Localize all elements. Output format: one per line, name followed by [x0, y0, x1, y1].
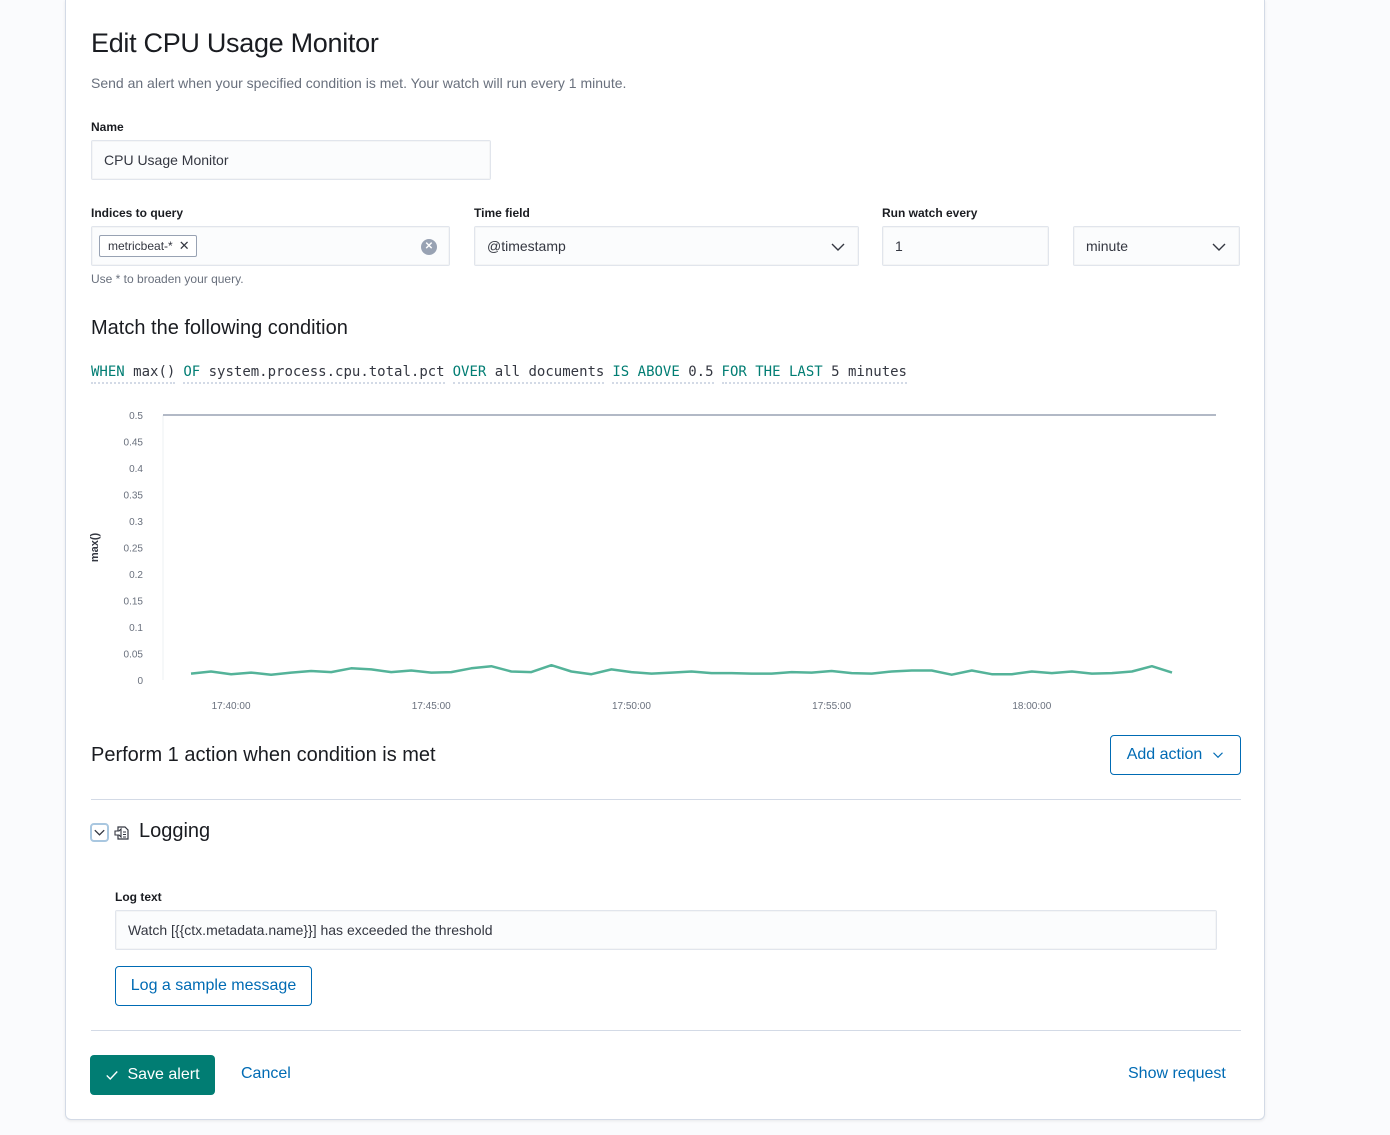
when-keyword: WHEN [91, 364, 125, 380]
y-tick-label: 0.25 [124, 544, 144, 555]
chevron-down-icon [1213, 752, 1224, 759]
logging-icon [114, 826, 129, 840]
above-value: 0.5 [688, 364, 714, 380]
time-field-value: @timestamp [487, 238, 566, 254]
run-every-value: 1 [895, 238, 903, 254]
logging-title: Logging [139, 820, 211, 842]
clear-icon[interactable]: ✕ [421, 239, 437, 255]
indices-label: Indices to query [91, 206, 184, 220]
threshold-expression[interactable]: IS ABOVE 0.5 [612, 364, 714, 384]
chip-remove-icon[interactable]: ✕ [179, 238, 190, 254]
x-tick-label: 17:55:00 [812, 701, 851, 712]
y-tick-label: 0.2 [129, 570, 143, 581]
y-tick-label: 0.4 [129, 464, 143, 475]
indices-help-text: Use * to broaden your query. [91, 272, 244, 286]
log-sample-message-button[interactable]: Log a sample message [115, 966, 312, 1006]
condition-expression: WHEN max() OF system.process.cpu.total.p… [91, 364, 907, 384]
y-tick-label: 0 [137, 676, 143, 687]
y-axis-label: max() [89, 532, 101, 562]
index-chip: metricbeat-* ✕ [99, 235, 197, 257]
when-expression[interactable]: WHEN max() [91, 364, 176, 384]
x-tick-label: 17:40:00 [212, 701, 251, 712]
log-text-input[interactable]: Watch [{{ctx.metadata.name}}] has exceed… [115, 910, 1217, 950]
run-every-unit-value: minute [1086, 238, 1129, 254]
x-tick-label: 17:45:00 [412, 701, 451, 712]
condition-chart: 0.5 0.45 0.4 0.35 0.3 0.25 0.2 0.15 0.1 0.05 0 17:4… [89, 411, 1216, 712]
chevron-down-icon [1212, 243, 1226, 251]
of-expression[interactable]: OF system.process.cpu.total.pct [183, 364, 445, 384]
log-text-label: Log text [115, 890, 162, 904]
run-every-label: Run watch every [882, 206, 978, 220]
page-subtitle: Send an alert when your specified condit… [91, 75, 627, 91]
of-keyword: OF [183, 364, 201, 380]
save-alert-button[interactable]: Save alert [90, 1055, 215, 1095]
when-value: max() [133, 364, 176, 380]
actions-heading: Perform 1 action when condition is met [91, 744, 436, 766]
time-field-label: Time field [474, 206, 530, 220]
y-tick-label: 0.1 [129, 623, 143, 634]
over-value: all documents [494, 364, 605, 380]
add-action-button[interactable]: Add action [1110, 735, 1241, 775]
y-tick-label: 0.45 [124, 438, 144, 449]
name-input[interactable]: CPU Usage Monitor [91, 140, 491, 180]
y-tick-label: 0.35 [124, 491, 144, 502]
x-tick-label: 18:00:00 [1012, 701, 1051, 712]
add-action-label: Add action [1126, 746, 1203, 763]
index-chip-label: metricbeat-* [108, 239, 173, 253]
y-tick-label: 0.05 [124, 650, 144, 661]
name-input-value: CPU Usage Monitor [104, 152, 229, 168]
cancel-link[interactable]: Cancel [241, 1065, 291, 1083]
check-icon [106, 1071, 119, 1080]
actions-divider [91, 799, 1241, 800]
over-keyword: OVER [452, 364, 487, 380]
indices-combobox[interactable]: metricbeat-* ✕ ✕ [91, 226, 450, 266]
of-value: system.process.cpu.total.pct [208, 364, 445, 380]
last-value: 5 minutes [831, 364, 907, 380]
log-text-value: Watch [{{ctx.metadata.name}}] has exceed… [128, 922, 493, 938]
show-request-link[interactable]: Show request [1128, 1065, 1226, 1083]
above-keyword: IS ABOVE [612, 364, 680, 380]
run-every-input[interactable]: 1 [882, 226, 1049, 266]
time-window-expression[interactable]: FOR THE LAST 5 minutes [721, 364, 907, 384]
run-every-unit-select[interactable]: minute [1073, 226, 1240, 266]
y-tick-label: 0.3 [129, 517, 143, 528]
time-field-select[interactable]: @timestamp [474, 226, 859, 266]
last-keyword: FOR THE LAST [721, 364, 823, 380]
edit-alert-panel: Edit CPU Usage Monitor Send an alert whe… [65, 0, 1265, 1120]
series-line [190, 663, 1173, 676]
chevron-down-icon [831, 243, 845, 251]
condition-heading: Match the following condition [91, 317, 348, 339]
log-sample-message-label: Log a sample message [130, 977, 297, 994]
chevron-down-icon [94, 829, 105, 836]
page-title: Edit CPU Usage Monitor [91, 28, 379, 58]
name-label: Name [91, 120, 124, 134]
y-tick-label: 0.15 [124, 597, 144, 608]
footer-divider [91, 1030, 1241, 1031]
y-tick-label: 0.5 [129, 411, 143, 422]
save-alert-label: Save alert [127, 1066, 200, 1083]
accordion-toggle[interactable] [90, 823, 109, 842]
over-expression[interactable]: OVER all documents [452, 364, 605, 384]
x-tick-label: 17:50:00 [612, 701, 651, 712]
